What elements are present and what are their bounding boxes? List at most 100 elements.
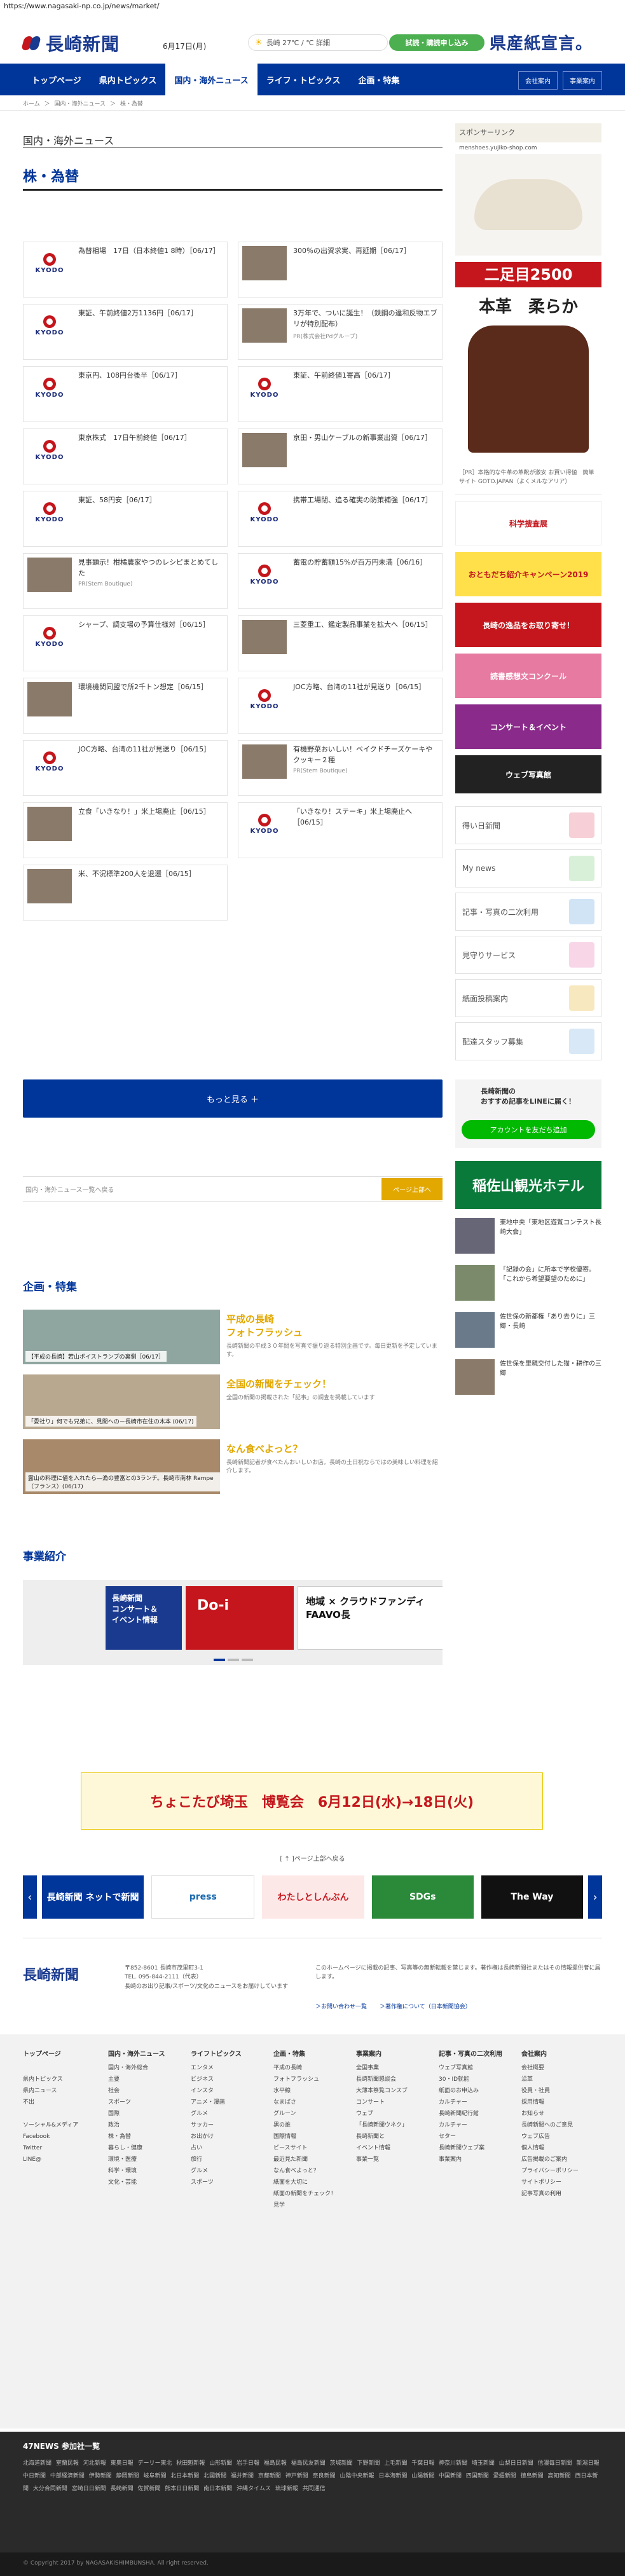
sitemap-link[interactable]: 株・為替 — [108, 2131, 165, 2142]
sitemap-link[interactable]: サイトポリシー — [521, 2177, 579, 2188]
sitemap-link[interactable]: 紙面の新聞をチェック！ — [273, 2188, 336, 2200]
slider-dots[interactable] — [214, 1659, 253, 1661]
sitemap-heading[interactable]: 会社案内 — [521, 2048, 579, 2061]
sitemap-link[interactable]: 国内・海外総合 — [108, 2062, 165, 2074]
side-news-item[interactable]: 「記録の会」に所本で学校優寄。「これから希望要望のために」 — [455, 1265, 601, 1303]
concert-banner[interactable]: 長崎新聞 コンサート＆ イベント情報 — [106, 1586, 182, 1650]
trial-subscribe-button[interactable]: 試読・購読申し込み — [389, 34, 484, 51]
side-news-item[interactable]: 佐世保を里親交付した猫・耕作の三郷 — [455, 1359, 601, 1397]
article-card[interactable]: 京田・男山ケーブルの新事業出資［06/17］ — [238, 428, 443, 484]
sitemap-link[interactable]: 採用情報 — [521, 2097, 579, 2108]
side-button[interactable]: 見守りサービス — [455, 936, 601, 974]
sitemap-heading[interactable]: 事業案内 — [356, 2048, 408, 2061]
article-card[interactable]: 300％の出資求実、再延期［06/17］ — [238, 242, 443, 298]
sitemap-link[interactable]: 記事写真の利用 — [521, 2188, 579, 2200]
more-button[interactable]: もっと見る ＋ — [23, 1079, 443, 1118]
sitemap-link[interactable]: ソーシャル&メディア — [23, 2120, 78, 2131]
news47-links[interactable]: 北海道新聞 室蘭民報 河北新報 東奥日報 デーリー東北 秋田魁新報 山形新聞 岩… — [23, 2458, 602, 2495]
sitemap-link[interactable]: 最近見た新聞 — [273, 2154, 336, 2165]
sitemap-link[interactable]: 事業案内 — [439, 2154, 502, 2165]
nav-life[interactable]: ライフ・トピックス — [258, 64, 350, 95]
sitemap-link[interactable]: スポーツ — [108, 2097, 165, 2108]
sitemap-heading[interactable]: 企画・特集 — [273, 2048, 336, 2061]
sitemap-link[interactable]: 大薄本祭覧コンスブ — [356, 2085, 408, 2097]
sitemap-link[interactable]: 紙面を大切に — [273, 2177, 336, 2188]
sitemap-link[interactable]: 沿革 — [521, 2074, 579, 2085]
sitemap-link[interactable]: グルメ — [191, 2108, 242, 2120]
sitemap-link[interactable]: お出かけ — [191, 2131, 242, 2142]
article-card[interactable]: KYODO 為替相場 17日（日本終値1 8時）［06/17］ — [23, 242, 228, 298]
sitemap-link[interactable]: 広告掲載のご案内 — [521, 2154, 579, 2165]
sitemap-link[interactable]: 長崎新聞と — [356, 2131, 408, 2142]
url-bar[interactable]: https://www.nagasaki-np.co.jp/news/marke… — [0, 0, 625, 13]
sitemap-link[interactable]: Facebook — [23, 2131, 78, 2142]
line-add-button[interactable]: アカウントを友だち追加 — [462, 1120, 595, 1139]
dot[interactable] — [214, 1659, 225, 1661]
carousel-item[interactable]: The Way — [481, 1875, 584, 1919]
sitemap-link[interactable]: 30・ID就能 — [439, 2074, 502, 2085]
article-card[interactable]: 立食「いきなり！」米上場廃止［06/15］ — [23, 802, 228, 858]
sitemap-link[interactable]: 「長崎新聞ウネク」 — [356, 2120, 408, 2131]
dot[interactable] — [228, 1659, 239, 1661]
back-to-top-link[interactable]: [ ↑ ]ページ上部へ戻る — [0, 1853, 625, 1863]
hotel-banner[interactable]: 稲佐山観光ホテル — [455, 1161, 601, 1209]
sitemap-link[interactable]: 旅行 — [191, 2154, 242, 2165]
business-slider[interactable]: 長崎新聞 コンサート＆ イベント情報 Do-i 地域 × クラウドファンディ F… — [23, 1580, 443, 1665]
sitemap-link[interactable]: 環境・医療 — [108, 2154, 165, 2165]
sitemap-link[interactable]: グルーン — [273, 2108, 336, 2120]
chevron-left-icon[interactable]: ‹ — [23, 1875, 37, 1919]
sitemap-link[interactable]: お知らせ — [521, 2108, 579, 2120]
business-link[interactable]: 事業案内 — [563, 71, 602, 90]
sitemap-link[interactable]: 事業一覧 — [356, 2154, 408, 2165]
article-card[interactable]: KYODO 東京株式 17日午前終値［06/17］ — [23, 428, 228, 484]
crumb-home[interactable]: ホーム — [23, 101, 40, 107]
dot[interactable] — [242, 1659, 253, 1661]
sitemap-link[interactable]: 長崎新聞へのご意見 — [521, 2120, 579, 2131]
sitemap-heading[interactable]: 国内・海外ニュース — [108, 2048, 165, 2061]
banner-local-goods[interactable]: 長崎の逸品をお取り寄せ！ — [455, 603, 601, 647]
article-card[interactable]: 見事顕示！柑橘農家やつのレシピまとめてした PR(Stem Boutique) — [23, 553, 228, 609]
company-link[interactable]: 会社案内 — [518, 71, 558, 90]
feature-item[interactable]: 露山の料理に値を入れたら―漁の豊富との3ランチ。長崎市南林 Rampe（フランス… — [23, 1439, 443, 1495]
sitemap-link[interactable]: LINE@ — [23, 2154, 78, 2165]
sitemap-link[interactable]: プライバシーポリシー — [521, 2165, 579, 2177]
sitemap-link[interactable]: カルチャー — [439, 2120, 502, 2131]
nav-feature[interactable]: 企画・特集 — [349, 64, 408, 95]
article-card[interactable]: 有機野菜おいしい！ベイクドチーズケーキやクッキー２種 PR(Stem Boutiq… — [238, 740, 443, 796]
sitemap-link[interactable]: ウェブ — [356, 2108, 408, 2120]
sitemap-link[interactable]: 長崎新聞ウェブ案 — [439, 2142, 502, 2154]
sitemap-link[interactable]: スポーツ — [191, 2177, 242, 2188]
sitemap-link[interactable]: 県内トピックス — [23, 2074, 78, 2085]
footer-link[interactable]: ＞お問い合わせ一覧 — [315, 2002, 367, 2010]
carousel-item[interactable]: press — [151, 1875, 255, 1919]
banner-reading[interactable]: 読書感想文コンクール — [455, 654, 601, 698]
sitemap-link[interactable]: ウェブ広告 — [521, 2131, 579, 2142]
sitemap-heading[interactable]: ライフトピックス — [191, 2048, 242, 2061]
article-card[interactable]: KYODO 東京円、108円台後半［06/17］ — [23, 366, 228, 422]
banner-concert[interactable]: コンサート＆イベント — [455, 704, 601, 749]
promo-banner[interactable]: 県産紙宣言。 — [490, 31, 593, 54]
doi-banner[interactable]: Do-i — [186, 1586, 294, 1650]
article-card[interactable]: 環境機関同盟で所2千トン想定［06/15］ — [23, 678, 228, 734]
sitemap-link[interactable]: 黒の誰 — [273, 2120, 336, 2131]
article-card[interactable]: KYODO 「いきなり！ステーキ」米上場廃止へ［06/15］ — [238, 802, 443, 858]
sitemap-link[interactable]: 不出 — [23, 2097, 78, 2108]
banner-photo[interactable]: ウェブ写真館 — [455, 755, 601, 793]
side-button[interactable]: 記事・写真の二次利用 — [455, 893, 601, 931]
crumb-section[interactable]: 国内・海外ニュース — [55, 101, 106, 107]
footer-link[interactable]: ＞著作権について（日本新聞協会） — [380, 2002, 471, 2010]
article-card[interactable]: KYODO 東証、午前終値1寄高［06/17］ — [238, 366, 443, 422]
side-button[interactable]: 紙面投稿案内 — [455, 979, 601, 1017]
nav-top[interactable]: トップページ — [23, 64, 90, 95]
sitemap-link[interactable]: フォトフラッシュ — [273, 2074, 336, 2085]
shoe-ad[interactable]: 二足目2500 本革 柔らか — [455, 256, 601, 465]
sitemap-link[interactable]: 長崎新聞紀行館 — [439, 2108, 502, 2120]
side-news-item[interactable]: 佐世保の新都権「あり去りに」三郷・長崎 — [455, 1312, 601, 1350]
sitemap-link[interactable]: 個人情報 — [521, 2142, 579, 2154]
banner-science[interactable]: 科学捜査展 — [455, 501, 601, 545]
sitemap-link[interactable]: 役員・社員 — [521, 2085, 579, 2097]
article-card[interactable]: KYODO JOC方略、台湾の11社が見送り［06/15］ — [23, 740, 228, 796]
sitemap-link[interactable]: なまばさ — [273, 2097, 336, 2108]
sitemap-link[interactable]: 紙面のお申込み — [439, 2085, 502, 2097]
article-card[interactable]: KYODO 蓄電の貯蓄額15%が百万円未満［06/16］ — [238, 553, 443, 609]
